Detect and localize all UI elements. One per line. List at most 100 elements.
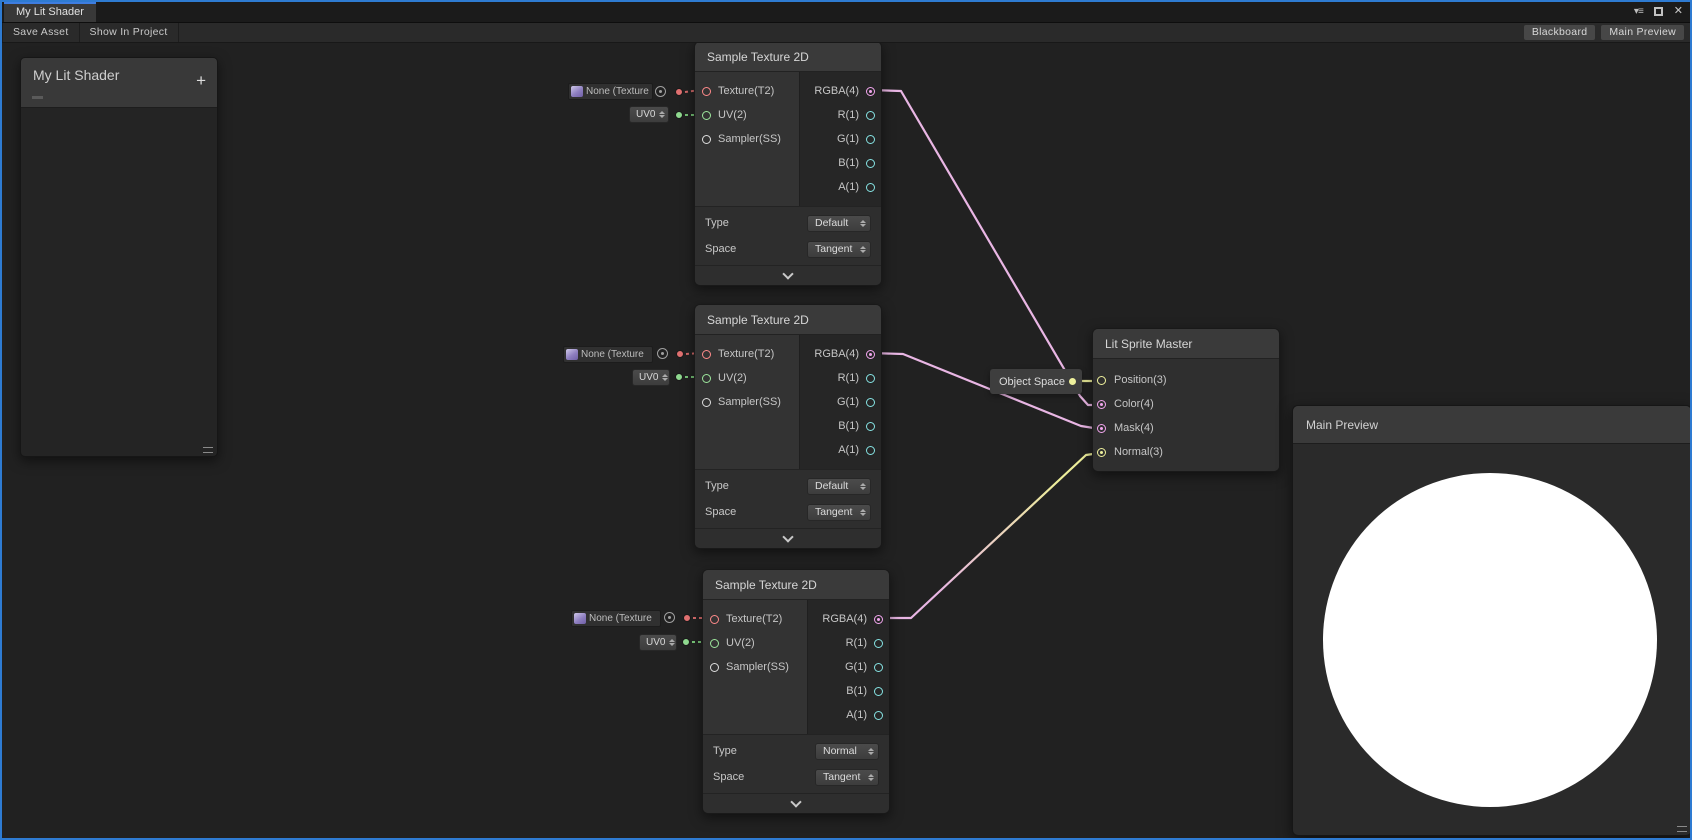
object-space-output-port[interactable]: [1069, 378, 1076, 385]
object-picker-icon[interactable]: [664, 612, 675, 623]
texture-thumbnail-icon: [566, 349, 578, 360]
port-label: B(1): [838, 420, 859, 432]
port-texture-t2[interactable]: [702, 350, 711, 359]
node-title-bar[interactable]: Sample Texture 2D: [695, 305, 881, 335]
resize-grip-icon[interactable]: [1677, 826, 1687, 832]
object-picker-icon[interactable]: [655, 86, 666, 97]
collapse-preview-button[interactable]: [703, 793, 889, 813]
node-title-bar[interactable]: Lit Sprite Master: [1093, 329, 1279, 359]
port-g1[interactable]: [866, 135, 875, 144]
edge-rgba3-to-normal[interactable]: [879, 453, 1100, 618]
collapse-preview-button[interactable]: [695, 528, 881, 548]
port-normal3[interactable]: [1097, 448, 1106, 457]
texture-object-field[interactable]: None (Texture: [571, 610, 661, 627]
port-g1[interactable]: [866, 398, 875, 407]
port-sampler-ss[interactable]: [702, 398, 711, 407]
close-icon[interactable]: ✕: [1674, 6, 1683, 17]
node-sample-texture-2d-2[interactable]: Sample Texture 2D Texture(T2) UV(2) Samp…: [694, 304, 882, 549]
uv-field-port-1[interactable]: [676, 112, 683, 119]
blackboard-header[interactable]: My Lit Shader +: [21, 58, 217, 108]
port-b1[interactable]: [866, 159, 875, 168]
collapse-preview-button[interactable]: [695, 265, 881, 285]
port-label: R(1): [846, 637, 867, 649]
uv-field-port-3[interactable]: [683, 639, 690, 646]
port-a1[interactable]: [866, 183, 875, 192]
resize-grip-icon[interactable]: [203, 447, 213, 453]
space-value: Tangent: [815, 243, 852, 255]
texture-object-field[interactable]: None (Texture: [568, 83, 653, 100]
port-uv2[interactable]: [710, 639, 719, 648]
port-mask4[interactable]: [1097, 424, 1106, 433]
port-rgba4[interactable]: [866, 87, 875, 96]
type-dropdown[interactable]: Default: [807, 215, 871, 232]
port-a1[interactable]: [866, 446, 875, 455]
show-in-project-button[interactable]: Show In Project: [80, 23, 179, 42]
port-label: UV(2): [718, 372, 747, 384]
node-sample-texture-2d-1[interactable]: Sample Texture 2D Texture(T2) UV(2) Samp…: [694, 41, 882, 286]
port-label: B(1): [838, 157, 859, 169]
node-ports: Texture(T2) UV(2) Sampler(SS) RGBA(4) R(…: [695, 335, 881, 469]
type-dropdown[interactable]: Normal: [815, 743, 879, 760]
output-ports-column: RGBA(4) R(1) G(1) B(1) A(1): [807, 600, 889, 734]
port-a1[interactable]: [874, 711, 883, 720]
node-sample-texture-2d-3[interactable]: Sample Texture 2D Texture(T2) UV(2) Samp…: [702, 569, 890, 814]
window-menu-icon[interactable]: ▾≡: [1634, 6, 1643, 17]
node-lit-sprite-master[interactable]: Lit Sprite Master Position(3) Color(4) M…: [1092, 328, 1280, 472]
port-r1[interactable]: [866, 111, 875, 120]
node-ports: Texture(T2) UV(2) Sampler(SS) RGBA(4) R(…: [695, 72, 881, 206]
main-preview-toggle-button[interactable]: Main Preview: [1601, 25, 1684, 40]
port-r1[interactable]: [866, 374, 875, 383]
port-sampler-ss[interactable]: [702, 135, 711, 144]
type-dropdown[interactable]: Default: [807, 478, 871, 495]
uv-field-port-2[interactable]: [676, 374, 683, 381]
port-texture-t2[interactable]: [710, 615, 719, 624]
port-b1[interactable]: [866, 422, 875, 431]
texture-field-port-3[interactable]: [684, 615, 691, 622]
node-title-bar[interactable]: Sample Texture 2D: [695, 42, 881, 72]
texture-field-port-2[interactable]: [677, 351, 684, 358]
uv-channel-dropdown[interactable]: UV0: [629, 106, 669, 123]
space-value: Tangent: [823, 771, 860, 783]
object-space-label: Object Space: [999, 376, 1065, 388]
port-g1[interactable]: [874, 663, 883, 672]
node-object-space[interactable]: Object Space: [990, 369, 1082, 394]
port-b1[interactable]: [874, 687, 883, 696]
space-dropdown[interactable]: Tangent: [815, 769, 879, 786]
blackboard-panel[interactable]: My Lit Shader +: [20, 57, 218, 457]
blackboard-toggle-button[interactable]: Blackboard: [1524, 25, 1596, 40]
uv-channel-dropdown[interactable]: UV0: [639, 634, 677, 651]
port-texture-t2[interactable]: [702, 87, 711, 96]
toolbar-right-group: Blackboard Main Preview: [1524, 25, 1684, 40]
port-label: Position(3): [1114, 374, 1167, 386]
port-uv2[interactable]: [702, 111, 711, 120]
port-rgba4[interactable]: [874, 615, 883, 624]
tab-strip: My Lit Shader ▾≡ ✕: [2, 2, 1690, 22]
port-r1[interactable]: [874, 639, 883, 648]
space-dropdown[interactable]: Tangent: [807, 241, 871, 258]
maximize-icon[interactable]: [1654, 7, 1663, 16]
port-rgba4[interactable]: [866, 350, 875, 359]
node-title-bar[interactable]: Sample Texture 2D: [703, 570, 889, 600]
texture-object-field[interactable]: None (Texture: [563, 346, 653, 363]
port-position3[interactable]: [1097, 376, 1106, 385]
window-controls: ▾≡ ✕: [1634, 4, 1683, 19]
main-preview-header[interactable]: Main Preview: [1293, 406, 1691, 444]
plus-icon[interactable]: +: [196, 72, 206, 89]
up-down-arrows-icon: [860, 483, 866, 490]
port-sampler-ss[interactable]: [710, 663, 719, 672]
edge-rgba1-to-color[interactable]: [871, 90, 1100, 405]
tab-my-lit-shader[interactable]: My Lit Shader: [4, 2, 96, 22]
space-dropdown[interactable]: Tangent: [807, 504, 871, 521]
up-down-arrows-icon: [659, 111, 665, 118]
main-preview-panel[interactable]: Main Preview: [1292, 405, 1692, 836]
save-asset-button[interactable]: Save Asset: [2, 23, 80, 42]
node-title: Sample Texture 2D: [715, 578, 817, 592]
port-color4[interactable]: [1097, 400, 1106, 409]
object-picker-icon[interactable]: [657, 348, 668, 359]
texture-field-port-1[interactable]: [676, 89, 683, 96]
port-label: G(1): [837, 133, 859, 145]
type-value: Default: [815, 217, 848, 229]
port-uv2[interactable]: [702, 374, 711, 383]
type-label: Type: [705, 217, 729, 229]
uv-channel-dropdown[interactable]: UV0: [632, 369, 670, 386]
